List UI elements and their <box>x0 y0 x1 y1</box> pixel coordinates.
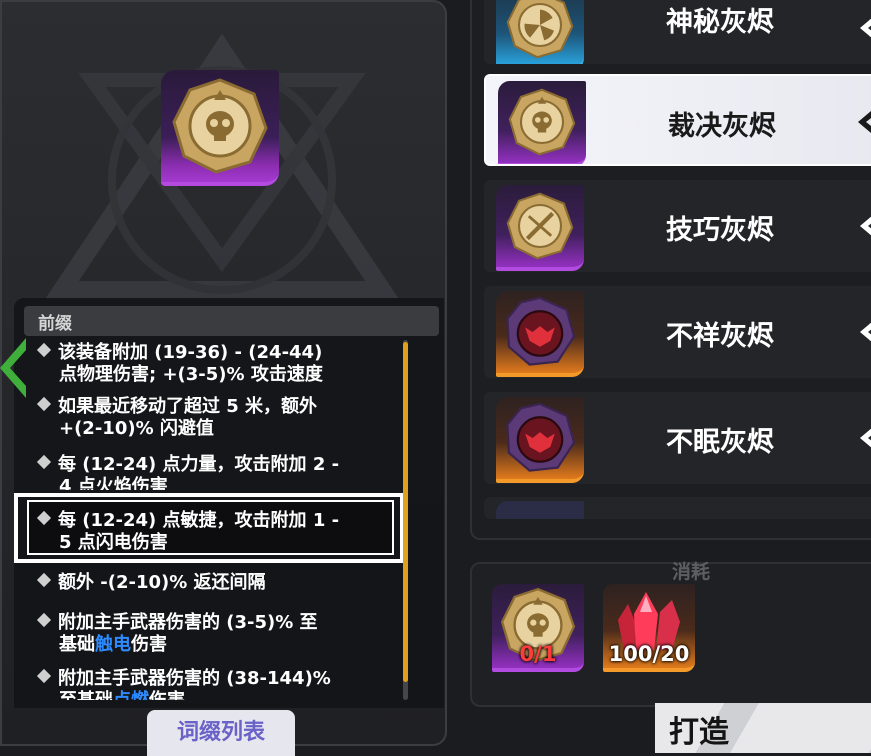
affix-text: 该装备附加 (19-36) - (24-44) <box>58 342 323 363</box>
ember-icon-frame <box>496 185 584 271</box>
selected-ember-icon <box>161 70 279 186</box>
ember-name: 不眠灰烬 <box>666 427 774 458</box>
chevron-left-icon <box>860 322 871 342</box>
affix-item: 额外 -(2-10)% 返还间隔 <box>36 572 396 594</box>
ember-name: 不祥灰烬 <box>666 321 774 352</box>
affix-text: +(2-10)% 闪避值 <box>59 418 214 439</box>
affix-text: 点物理伤害; +(3-5)% 攻击速度 <box>59 364 323 385</box>
ember-row-skill[interactable]: 技巧灰烬 <box>484 180 871 272</box>
diamond-bullet-icon <box>36 572 52 588</box>
skull-icon <box>508 88 576 156</box>
ember-name: 技巧灰烬 <box>666 215 774 246</box>
affix-text: 伤害 <box>131 634 167 655</box>
ember-name: 神秘灰烬 <box>666 7 774 38</box>
affix-keyword-link[interactable]: 点燃 <box>113 690 149 700</box>
affix-text: 附加主手武器伤害的 (3-5)% 至 <box>58 612 318 633</box>
ember-name: 裁决灰烬 <box>668 111 776 142</box>
diamond-bullet-icon <box>36 612 52 628</box>
diamond-bullet-icon <box>36 668 52 684</box>
affix-text: 额外 -(2-10)% 返还间隔 <box>58 572 266 593</box>
diamond-bullet-icon <box>36 396 52 412</box>
cost-title: 消耗 <box>672 561 711 583</box>
chevron-left-icon <box>860 428 871 448</box>
cost-item-crystal[interactable]: 100/20 <box>603 584 695 672</box>
fan-icon <box>506 0 574 59</box>
chevron-left-icon <box>858 111 871 133</box>
ember-icon-frame <box>498 81 586 164</box>
diamond-bullet-icon <box>36 510 52 526</box>
crossed-swords-icon <box>506 192 574 260</box>
ember-row-sleepless[interactable]: 不眠灰烬 <box>484 392 871 484</box>
affix-text: 如果最近移动了超过 5 米，额外 <box>58 396 318 417</box>
affix-item: 如果最近移动了超过 5 米，额外 +(2-10)% 闪避值 <box>36 396 396 440</box>
diamond-bullet-icon <box>36 454 52 470</box>
chevron-left-icon[interactable] <box>0 338 26 398</box>
skull-icon <box>172 78 268 174</box>
affix-list-button[interactable]: 词缀列表 <box>147 710 295 756</box>
affix-item-highlighted: 每 (12-24) 点敏捷，攻击附加 1 - 5 点闪电伤害 <box>36 510 396 554</box>
affix-text: 每 (12-24) 点敏捷，攻击附加 1 - <box>58 510 340 531</box>
affix-text: 附加主手武器伤害的 (38-144)% <box>58 668 331 689</box>
affix-text: 每 (12-24) 点力量，攻击附加 2 - <box>58 454 340 475</box>
affix-text: 4 点火焰伤害 <box>59 476 168 490</box>
affix-item: 附加主手武器伤害的 (38-144)% 至基础点燃伤害 <box>36 668 396 700</box>
chevron-left-icon <box>860 18 871 38</box>
affix-item: 每 (12-24) 点力量，攻击附加 2 - 4 点火焰伤害 <box>36 454 396 490</box>
prefix-header <box>24 306 439 336</box>
affix-scrollbar-thumb[interactable] <box>403 342 408 682</box>
ember-icon-frame <box>496 397 584 483</box>
demon-icon <box>506 402 576 472</box>
cost-count: 100/20 <box>608 642 690 666</box>
cost-item-ember[interactable]: 0/1 <box>492 584 584 672</box>
affix-list[interactable]: 该装备附加 (19-36) - (24-44) 点物理伤害; +(3-5)% 攻… <box>36 340 396 700</box>
prefix-title: 前缀 <box>38 314 72 334</box>
affix-text: 5 点闪电伤害 <box>59 532 168 553</box>
ember-row-mystic[interactable]: 神秘灰烬 <box>484 0 871 64</box>
affix-text: 至基础 <box>59 690 113 700</box>
chevron-left-icon <box>860 216 871 236</box>
affix-item: 该装备附加 (19-36) - (24-44) 点物理伤害; +(3-5)% 攻… <box>36 342 396 386</box>
affix-text: 基础 <box>59 634 95 655</box>
affix-text: 伤害 <box>149 690 185 700</box>
ember-icon-frame <box>496 291 584 377</box>
affix-item: 附加主手武器伤害的 (3-5)% 至 基础触电伤害 <box>36 612 396 656</box>
ember-icon-frame <box>496 0 584 64</box>
cost-count: 0/1 <box>519 642 557 666</box>
diamond-bullet-icon <box>36 342 52 358</box>
ember-row-judgment[interactable]: 裁决灰烬 <box>484 74 871 166</box>
demon-icon <box>506 296 576 366</box>
affix-keyword-link[interactable]: 触电 <box>95 634 131 655</box>
ember-row-ominous[interactable]: 不祥灰烬 <box>484 286 871 378</box>
ember-row-partial[interactable] <box>484 497 871 519</box>
ember-icon-frame <box>496 501 584 519</box>
